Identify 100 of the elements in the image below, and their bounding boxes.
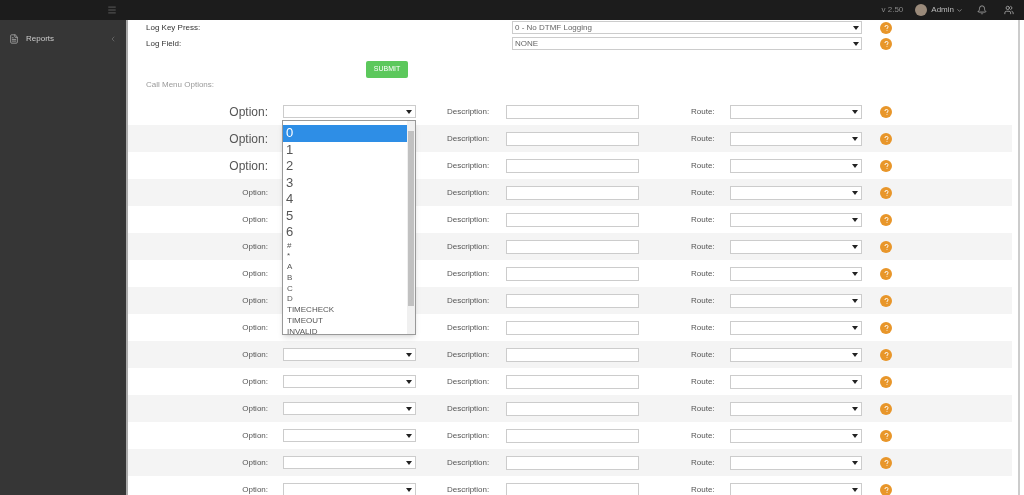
caret-icon — [852, 163, 858, 168]
sidebar-item[interactable]: Reports — [0, 33, 126, 45]
chevron-down-icon — [956, 6, 963, 14]
route-select[interactable] — [730, 401, 862, 416]
help-icon[interactable] — [880, 267, 892, 280]
help-icon[interactable] — [880, 132, 892, 145]
route-label: Route: — [691, 240, 716, 253]
caret-icon — [852, 217, 858, 222]
dropdown-option[interactable]: C — [283, 283, 407, 295]
dropdown-option[interactable]: A — [283, 262, 407, 273]
route-label: Route: — [691, 213, 716, 226]
route-select[interactable] — [730, 131, 862, 146]
description-field[interactable] — [506, 212, 639, 227]
users-icon[interactable] — [1004, 5, 1014, 15]
option-select[interactable] — [283, 105, 416, 118]
route-label: Route: — [691, 321, 716, 334]
dropdown-option[interactable]: 4 — [283, 191, 407, 208]
setting-select[interactable]: NONE — [512, 37, 862, 50]
dropdown-option[interactable]: 3 — [283, 174, 407, 191]
description-field[interactable] — [506, 320, 639, 335]
route-select[interactable] — [730, 320, 862, 335]
notification-bell-icon[interactable] — [977, 5, 987, 15]
help-icon[interactable] — [880, 321, 892, 334]
route-select[interactable] — [730, 374, 862, 389]
help-icon[interactable] — [880, 483, 892, 495]
description-field[interactable] — [506, 374, 639, 389]
user-menu[interactable]: Admin — [931, 4, 963, 16]
description-field[interactable] — [506, 428, 639, 443]
dropdown-option[interactable]: TIMECHECK — [283, 305, 407, 317]
setting-label: Log Key Press: — [146, 21, 202, 34]
route-label: Route: — [691, 348, 716, 361]
description-field[interactable] — [506, 239, 639, 254]
description-field[interactable] — [506, 455, 639, 470]
version-text: v 2.50 — [881, 4, 904, 16]
route-select[interactable] — [730, 293, 862, 308]
description-field[interactable] — [506, 482, 639, 495]
option-label: Option: — [242, 456, 268, 469]
help-icon[interactable] — [880, 213, 892, 226]
dropdown-option[interactable]: 5 — [283, 207, 407, 224]
option-select[interactable] — [283, 375, 416, 388]
help-icon[interactable] — [880, 105, 892, 118]
caret-icon — [852, 487, 858, 492]
help-icon[interactable] — [880, 402, 892, 415]
help-icon[interactable] — [880, 37, 892, 50]
option-label: Option: — [242, 267, 268, 280]
caret-icon — [853, 41, 859, 46]
caret-icon — [852, 325, 858, 330]
route-select[interactable] — [730, 347, 862, 362]
avatar[interactable] — [915, 4, 928, 16]
description-field[interactable] — [506, 158, 639, 173]
help-icon[interactable] — [880, 348, 892, 361]
route-select[interactable] — [730, 428, 862, 443]
description-label: Description: — [447, 456, 491, 469]
help-icon[interactable] — [880, 456, 892, 469]
description-field[interactable] — [506, 401, 639, 416]
dropdown-option[interactable]: TIMEOUT — [283, 316, 407, 327]
description-field[interactable] — [506, 185, 639, 200]
caret-icon — [852, 460, 858, 465]
description-field[interactable] — [506, 347, 639, 362]
dropdown-option[interactable]: 1 — [283, 141, 407, 158]
description-field[interactable] — [506, 266, 639, 281]
caret-icon — [406, 109, 412, 114]
route-select[interactable] — [730, 104, 862, 119]
description-field[interactable] — [506, 293, 639, 308]
option-select[interactable] — [283, 348, 416, 361]
option-select[interactable] — [283, 483, 416, 495]
description-field[interactable] — [506, 131, 639, 146]
option-select[interactable] — [283, 429, 416, 442]
description-label: Description: — [447, 321, 491, 334]
setting-select[interactable]: 0 - No DTMF Logging — [512, 21, 862, 34]
route-select[interactable] — [730, 482, 862, 495]
route-select[interactable] — [730, 158, 862, 173]
dropdown-option[interactable]: 2 — [283, 158, 407, 175]
dropdown-option[interactable]: * — [283, 251, 407, 263]
dropdown-option[interactable]: 6 — [283, 224, 407, 241]
help-icon[interactable] — [880, 375, 892, 388]
dropdown-option[interactable]: D — [283, 294, 407, 306]
route-select[interactable] — [730, 266, 862, 281]
route-select[interactable] — [730, 239, 862, 254]
description-label: Description: — [447, 240, 491, 253]
help-icon[interactable] — [880, 186, 892, 199]
scrollbar[interactable] — [407, 121, 415, 334]
help-icon[interactable] — [880, 429, 892, 442]
help-icon[interactable] — [880, 240, 892, 253]
option-select[interactable] — [283, 402, 416, 415]
menu-icon[interactable] — [107, 5, 117, 15]
option-select[interactable] — [283, 456, 416, 469]
help-icon[interactable] — [880, 21, 892, 34]
description-label: Description: — [447, 186, 491, 199]
dropdown-option[interactable]: B — [283, 272, 407, 284]
route-select[interactable] — [730, 185, 862, 200]
route-select[interactable] — [730, 212, 862, 227]
route-select[interactable] — [730, 455, 862, 470]
route-label: Route: — [691, 267, 716, 280]
route-label: Route: — [691, 483, 716, 495]
dropdown-option[interactable]: # — [283, 240, 407, 252]
dropdown-option[interactable]: INVALID — [283, 326, 407, 334]
description-field[interactable] — [506, 104, 639, 119]
help-icon[interactable] — [880, 294, 892, 307]
help-icon[interactable] — [880, 159, 892, 172]
